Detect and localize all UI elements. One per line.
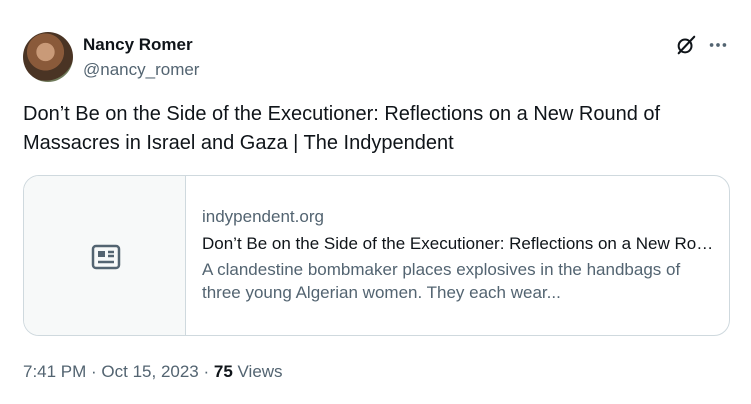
grok-icon[interactable]	[675, 34, 697, 56]
author-name[interactable]: Nancy Romer	[83, 35, 193, 55]
author-handle[interactable]: @nancy_romer	[83, 60, 199, 80]
views-label: Views	[232, 362, 283, 381]
card-domain: indypendent.org	[202, 207, 324, 226]
avatar[interactable]	[23, 32, 73, 82]
card-body: indypendent.org Don’t Be on the Side of …	[202, 206, 717, 304]
card-description: A clandestine bombmaker places explosive…	[202, 260, 681, 302]
timestamp-link[interactable]: 7:41 PM · Oct 15, 2023	[23, 362, 199, 381]
card-thumbnail	[24, 176, 186, 335]
tweet-meta: 7:41 PM · Oct 15, 2023 · 75 Views	[23, 362, 283, 382]
more-horizontal-icon[interactable]	[707, 34, 729, 56]
meta-separator: ·	[198, 362, 214, 381]
views-count: 75	[213, 362, 233, 381]
card-title: Don’t Be on the Side of the Executioner:…	[202, 234, 717, 253]
link-card[interactable]: indypendent.org Don’t Be on the Side of …	[23, 175, 730, 336]
tweet-text: Don’t Be on the Side of the Executioner:…	[23, 103, 661, 154]
